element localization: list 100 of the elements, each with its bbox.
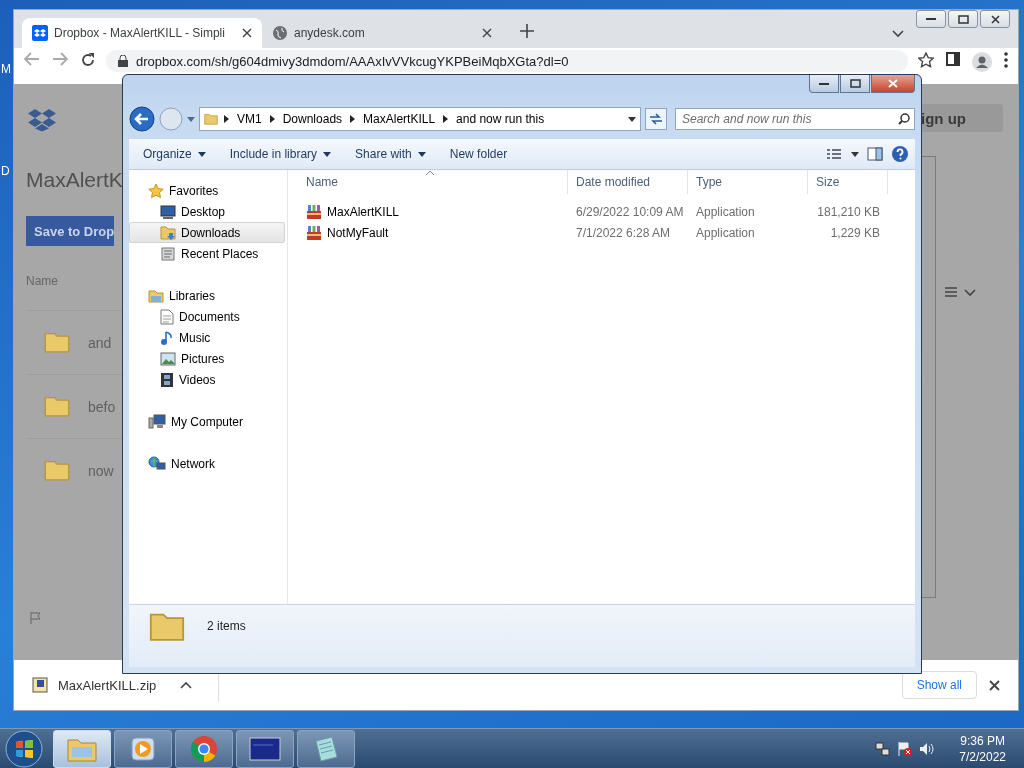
- media-player-icon: [130, 735, 156, 762]
- maximize-button[interactable]: [840, 75, 870, 93]
- breadcrumb-item[interactable]: and now run this: [454, 112, 547, 126]
- file-name: MaxAlertKILL: [327, 204, 400, 219]
- document-icon: [160, 308, 174, 325]
- dropbox-icon: [32, 25, 48, 41]
- taskbar-button[interactable]: [175, 729, 233, 768]
- person-icon: [972, 52, 992, 72]
- file-row[interactable]: MaxAlertKILL 6/29/2022 10:09 AM Application 181,210 KB: [288, 201, 915, 222]
- menu-button[interactable]: [1002, 50, 1010, 70]
- date-modified: 7/1/2022 6:28 AM: [576, 225, 671, 240]
- column-header[interactable]: Type: [688, 170, 808, 194]
- close-icon[interactable]: [242, 28, 252, 38]
- help-button[interactable]: [889, 143, 911, 165]
- column-header[interactable]: Name: [288, 170, 568, 194]
- desktop-icon-label: D: [1, 164, 10, 178]
- browser-tab[interactable]: anydesk.com: [262, 18, 502, 48]
- clock[interactable]: 9:36 PM 7/2/2022: [959, 732, 1006, 765]
- nav-item[interactable]: Network: [129, 453, 285, 474]
- profile-button[interactable]: [970, 50, 994, 74]
- monitor-icon: [249, 736, 281, 761]
- taskbar-button[interactable]: [114, 729, 172, 768]
- star-outline-icon: [918, 52, 934, 68]
- nav-item[interactable]: My Computer: [129, 411, 285, 432]
- music-note-icon: [160, 329, 174, 346]
- browser-tab[interactable]: Dropbox - MaxAlertKILL - Simpli: [22, 18, 262, 48]
- breadcrumb-item[interactable]: Downloads: [280, 112, 345, 126]
- address-bar[interactable]: dropbox.com/sh/g604dmivy3dmdom/AAAxIvVVkcugYKPBeiMqbXGta?dl=0: [106, 50, 908, 72]
- folder-icon: [44, 395, 70, 418]
- lock-icon: [118, 55, 128, 67]
- close-icon: [888, 79, 898, 88]
- list-view-icon[interactable]: [945, 286, 977, 298]
- address-bar[interactable]: VM1 Downloads MaxAlertKILL and now run this: [199, 107, 641, 131]
- computer-icon: [148, 413, 166, 430]
- breadcrumb-arrow-icon: [224, 115, 229, 123]
- restore-button[interactable]: [948, 10, 978, 28]
- chevron-up-icon: [180, 681, 192, 689]
- star-button[interactable]: [916, 50, 936, 70]
- forward-circle-icon: [159, 107, 183, 131]
- desktop-icon: [160, 204, 176, 219]
- nav-item[interactable]: Documents: [129, 306, 285, 327]
- view-options-button[interactable]: [825, 146, 861, 162]
- breadcrumb-item[interactable]: VM1: [235, 112, 264, 126]
- back-button[interactable]: [129, 106, 155, 132]
- command-button[interactable]: New folder: [439, 143, 518, 165]
- side-panel-button[interactable]: [944, 50, 962, 68]
- recent-places-icon: [160, 245, 176, 262]
- download-filename[interactable]: MaxAlertKILL.zip: [58, 677, 168, 693]
- help-icon: [891, 145, 909, 163]
- windows-orb-icon: [4, 728, 44, 768]
- taskbar-button[interactable]: [53, 729, 111, 768]
- nav-item[interactable]: Desktop: [129, 201, 285, 222]
- column-header[interactable]: Date modified: [568, 170, 688, 194]
- show-all-button[interactable]: Show all: [901, 671, 977, 699]
- preview-pane-button[interactable]: [865, 145, 885, 163]
- save-button[interactable]: Save to Drop: [26, 216, 115, 246]
- details-view-icon: [827, 148, 859, 160]
- download-options-button[interactable]: [178, 679, 194, 691]
- globe-icon: [272, 25, 288, 41]
- taskbar-button[interactable]: [236, 729, 294, 768]
- file-row[interactable]: NotMyFault 7/1/2022 6:28 AM Application 1,229 KB: [288, 222, 915, 243]
- star-icon: [148, 182, 164, 199]
- command-button[interactable]: Organize: [133, 143, 216, 165]
- tab-search-button[interactable]: [890, 28, 906, 40]
- minimize-button[interactable]: [916, 10, 946, 28]
- nav-item[interactable]: Recent Places: [129, 243, 285, 264]
- nav-item[interactable]: Favorites: [129, 180, 285, 201]
- notepad-icon: [313, 734, 339, 763]
- libraries-icon: [148, 287, 164, 304]
- network-icon[interactable]: [875, 740, 892, 757]
- dropbox-logo-icon: [28, 108, 56, 132]
- flag-icon[interactable]: [897, 740, 914, 757]
- folder-icon: [204, 113, 218, 125]
- nav-item[interactable]: Libraries: [129, 285, 285, 306]
- close-icon[interactable]: [482, 28, 492, 38]
- close-button[interactable]: [980, 10, 1010, 28]
- nav-item[interactable]: Pictures: [129, 348, 285, 369]
- file-size: 1,229 KB: [830, 225, 880, 240]
- nav-item[interactable]: Downloads: [129, 222, 285, 243]
- search-field[interactable]: Search and now run this: [675, 108, 915, 130]
- column-header[interactable]: Size: [808, 170, 888, 194]
- search-icon: [898, 113, 910, 125]
- nav-item[interactable]: Music: [129, 327, 285, 348]
- sign-up-button[interactable]: ign up: [921, 104, 1003, 132]
- nav-item[interactable]: Videos: [129, 369, 285, 390]
- minimize-button[interactable]: [809, 75, 839, 93]
- zip-file-icon: [32, 677, 48, 693]
- chevron-down-icon: [892, 30, 904, 38]
- command-button[interactable]: Include in library: [219, 143, 342, 165]
- taskbar-button[interactable]: [297, 729, 355, 768]
- close-button[interactable]: [987, 677, 1002, 693]
- command-button[interactable]: Share with: [345, 143, 436, 165]
- restore-icon: [849, 79, 861, 88]
- breadcrumb-item[interactable]: MaxAlertKILL: [361, 112, 438, 126]
- picture-icon: [160, 351, 176, 366]
- start-button[interactable]: [4, 728, 44, 768]
- file-type: Application: [696, 225, 755, 240]
- breadcrumb-arrow-icon: [443, 115, 449, 123]
- close-icon: [990, 14, 1000, 24]
- refresh-button[interactable]: [645, 108, 667, 130]
